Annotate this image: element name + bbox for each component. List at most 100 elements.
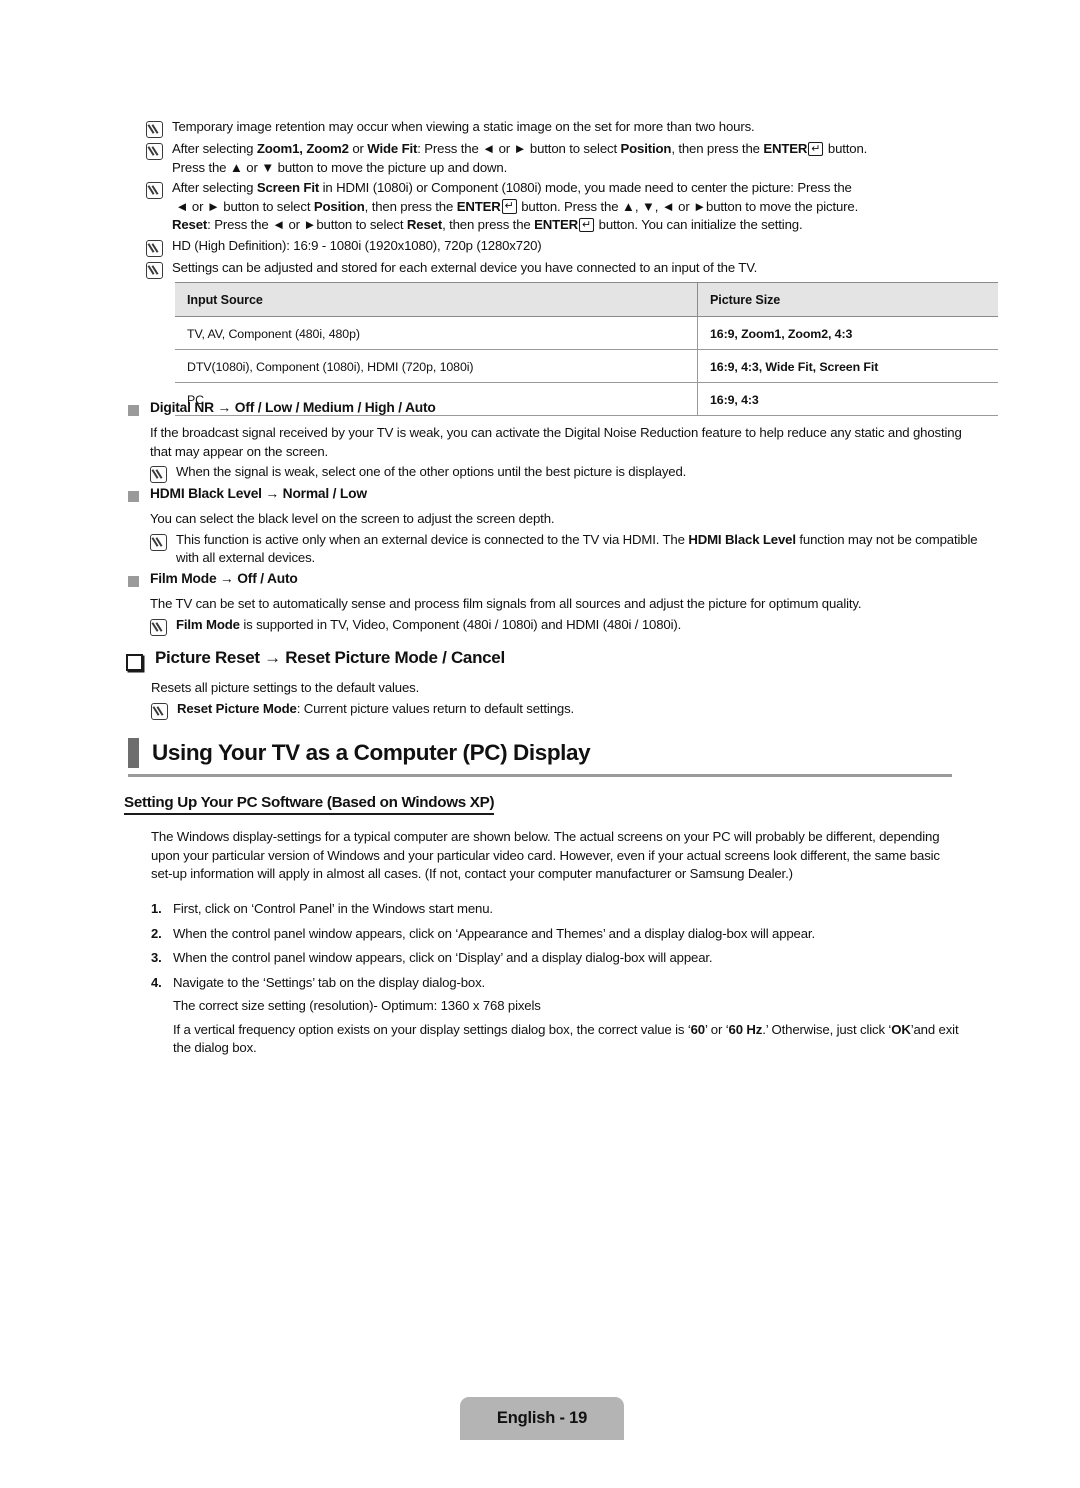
table-row: TV, AV, Component (480i, 480p) 16:9, Zoo…: [175, 316, 998, 350]
term-reset: Reset: [172, 217, 208, 232]
setting-heading: HDMI Black Level → Normal / Low: [150, 486, 367, 501]
note-hd-definition: HD (High Definition): 16:9 - 1080i (1920…: [146, 237, 976, 257]
note-rest: : Current picture values return to defau…: [296, 700, 575, 716]
list-item: 3. When the control panel window appears…: [151, 949, 981, 968]
note-line: Temporary image retention may occur when…: [172, 119, 755, 134]
step-number: 4.: [151, 974, 162, 990]
step-text: Navigate to the ‘Settings’ tab on the di…: [173, 974, 486, 990]
outline-square-bullet-icon: [126, 654, 143, 671]
step-number: 1.: [151, 901, 162, 916]
setting-note: When the signal is weak, select one of t…: [150, 463, 978, 483]
manual-page: Temporary image retention may occur when…: [0, 0, 1080, 1488]
step-text: When the control panel window appears, c…: [173, 950, 713, 965]
cell-picture-size: 16:9, 4:3, Wide Fit, Screen Fit: [697, 349, 998, 383]
step-number: 3.: [151, 950, 162, 965]
note-text: This function is active only when an ext…: [176, 531, 978, 566]
term-film-mode: Film Mode: [176, 616, 240, 632]
note-icon: [146, 121, 163, 138]
table-row: DTV(1080i), Component (1080i), HDMI (720…: [175, 349, 998, 383]
setting-heading-row: Picture Reset → Reset Picture Mode / Can…: [126, 648, 976, 671]
term-position: Position: [313, 198, 365, 214]
picture-size-table-wrap: Input Source Picture Size TV, AV, Compon…: [175, 282, 998, 416]
table-header-row: Input Source Picture Size: [175, 282, 998, 317]
chapter-accent-bar: [128, 738, 139, 768]
setting-heading-row: Digital NR → Off / Low / Medium / High /…: [128, 400, 978, 416]
col-header-input-source: Input Source: [175, 282, 698, 317]
chapter-divider: [128, 774, 952, 777]
note-text: Reset Picture Mode: Current picture valu…: [177, 700, 574, 719]
note-icon: [151, 702, 168, 720]
value-60: 60: [690, 1021, 706, 1037]
enter-key-icon: ↵: [579, 217, 595, 232]
freq-part-e: .’ Otherwise, just click ‘: [762, 1021, 892, 1037]
picture-reset-paragraph: Resets all picture settings to the defau…: [151, 680, 420, 695]
cell-input-source: DTV(1080i), Component (1080i), HDMI (720…: [175, 349, 698, 383]
note-text: After selecting Screen Fit in HDMI (1080…: [172, 180, 859, 232]
chapter-heading-block: Using Your TV as a Computer (PC) Display: [128, 738, 952, 777]
pc-steps-list: 1. First, click on ‘Control Panel’ in th…: [151, 900, 981, 1058]
list-item: 4. Navigate to the ‘Settings’ tab on the…: [151, 974, 981, 1058]
setting-film-mode: Film Mode → Off / Auto The TV can be set…: [128, 571, 978, 638]
note-image-retention: Temporary image retention may occur when…: [146, 118, 976, 138]
picture-reset-heading: Picture Reset → Reset Picture Mode / Can…: [155, 648, 505, 667]
setting-hdmi-black-level: HDMI Black Level → Normal / Low You can …: [128, 486, 978, 570]
cell-input-source: TV, AV, Component (480i, 480p): [175, 316, 698, 350]
col-header-picture-size: Picture Size: [697, 282, 998, 317]
picture-size-table: Input Source Picture Size TV, AV, Compon…: [175, 282, 998, 416]
chapter-title: Using Your TV as a Computer (PC) Display: [152, 740, 591, 765]
setting-note: This function is active only when an ext…: [150, 531, 978, 568]
list-item: 2. When the control panel window appears…: [151, 925, 981, 944]
step-number: 2.: [151, 925, 162, 941]
term-reset-picture-mode: Reset Picture Mode: [177, 700, 297, 716]
enter-key-icon: ↵: [501, 199, 517, 214]
pc-section-heading: Setting Up Your PC Software (Based on Wi…: [124, 794, 495, 815]
note-settings-stored: Settings can be adjusted and stored for …: [146, 259, 976, 279]
note-text: HD (High Definition): 16:9 - 1080i (1920…: [172, 237, 542, 253]
value-ok: OK: [891, 1021, 911, 1037]
setting-paragraph: The TV can be set to automatically sense…: [150, 596, 862, 611]
gray-square-bullet-icon: [128, 576, 139, 587]
list-item: 1. First, click on ‘Control Panel’ in th…: [151, 900, 981, 919]
freq-part-c: ’ or ‘: [705, 1021, 729, 1037]
step-text-group: Navigate to the ‘Settings’ tab on the di…: [173, 974, 973, 1058]
step-extra-resolution: The correct size setting (resolution)- O…: [173, 998, 541, 1013]
setting-heading-row: HDMI Black Level → Normal / Low: [128, 486, 978, 502]
picture-reset-note: Reset Picture Mode: Current picture valu…: [151, 700, 976, 720]
note-icon: [150, 466, 167, 483]
pc-section-intro: The Windows display-settings for a typic…: [151, 829, 940, 881]
setting-digital-nr: Digital NR → Off / Low / Medium / High /…: [128, 400, 978, 485]
freq-part-a: If a vertical frequency option exists on…: [173, 1021, 691, 1037]
term-enter: ENTER: [763, 141, 808, 156]
setting-paragraph: If the broadcast signal received by your…: [150, 425, 962, 459]
cell-picture-size: 16:9, Zoom1, Zoom2, 4:3: [697, 316, 998, 350]
note-icon: [146, 239, 163, 257]
term-position: Position: [620, 141, 672, 156]
note-icon: [150, 618, 167, 636]
gray-square-bullet-icon: [128, 491, 139, 502]
setting-heading: Digital NR → Off / Low / Medium / High /…: [150, 400, 436, 415]
note-text: Settings can be adjusted and stored for …: [172, 259, 758, 275]
note-text: Temporary image retention may occur when…: [172, 118, 755, 137]
step-text: When the control panel window appears, c…: [173, 925, 815, 941]
enter-key-icon: ↵: [808, 141, 824, 156]
note-screen-fit: After selecting Screen Fit in HDMI (1080…: [146, 179, 976, 235]
note-text: After selecting Zoom1, Zoom2 or Wide Fit…: [172, 141, 868, 175]
setting-picture-reset: Picture Reset → Reset Picture Mode / Can…: [126, 648, 976, 722]
step-extra-frequency: If a vertical frequency option exists on…: [173, 1021, 973, 1058]
top-notes-list: Temporary image retention may occur when…: [146, 118, 976, 281]
note-icon: [146, 182, 163, 199]
note-zoom-position: After selecting Zoom1, Zoom2 or Wide Fit…: [146, 140, 976, 177]
term-screen-fit: Screen Fit: [256, 180, 320, 195]
setting-heading-row: Film Mode → Off / Auto: [128, 571, 978, 587]
term-reset-2: Reset: [406, 217, 443, 232]
value-60hz: 60 Hz: [728, 1021, 763, 1037]
setting-paragraph: You can select the black level on the sc…: [150, 511, 555, 526]
pc-software-section: Setting Up Your PC Software (Based on Wi…: [124, 794, 495, 815]
term-enter: ENTER: [456, 198, 501, 214]
note-icon: [146, 261, 163, 279]
term-zoom1: Zoom1, Zoom2: [256, 141, 349, 156]
gray-square-bullet-icon: [128, 405, 139, 416]
note-text: Film Mode is supported in TV, Video, Com…: [176, 616, 682, 632]
term-wide-fit: Wide Fit: [367, 141, 418, 156]
note-text: When the signal is weak, select one of t…: [176, 464, 687, 479]
